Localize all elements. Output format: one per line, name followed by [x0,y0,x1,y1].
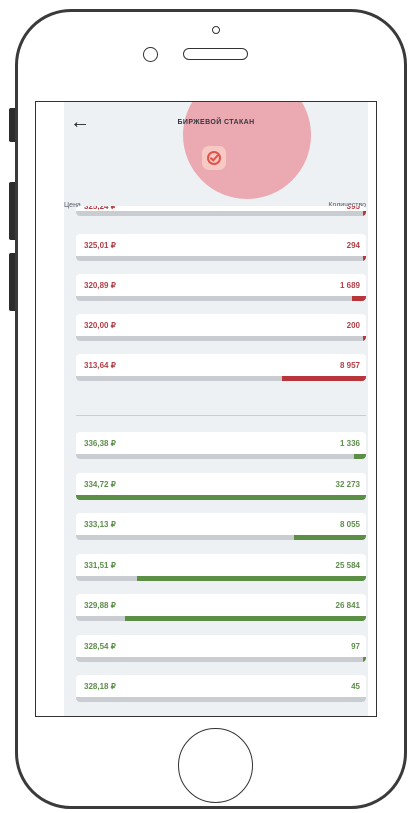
bid-order-row[interactable]: 329,88 ₽ 26 841 [76,594,366,621]
volume-bar-fill [293,535,366,540]
earpiece-speaker [183,48,248,60]
volume-bar-track [76,296,366,301]
order-price: 313,64 ₽ [84,361,116,370]
check-circle-icon [207,151,221,165]
volume-bar-fill [136,575,366,581]
order-quantity: 8 055 [339,520,360,529]
ask-order-row[interactable]: 325,24 ₽395 [76,206,366,216]
order-quantity: 200 [346,321,360,330]
order-price: 329,88 ₽ [84,601,116,610]
volume-bar-track [76,454,366,459]
order-book-screen: ← БИРЖЕВОЙ СТАКАН Цена Количество 325,24… [64,102,368,716]
order-quantity: 25 584 [335,560,360,570]
order-price: 336,38 ₽ [84,439,116,448]
volume-bar-fill [363,336,366,341]
sber-check-icon[interactable] [202,146,226,170]
volume-bar-track [76,336,366,341]
bid-order-row[interactable]: 328,18 ₽ 45 [76,675,366,702]
phone-screen: ← БИРЖЕВОЙ СТАКАН Цена Количество 325,24… [35,101,377,717]
order-quantity: 32 273 [335,479,360,489]
front-camera [143,47,158,62]
order-quantity: 1 689 [339,281,360,290]
front-sensor [212,26,220,34]
order-quantity: 294 [346,241,360,250]
order-price: 325,01 ₽ [84,241,116,250]
volume-bar-fill [76,494,366,500]
ask-order-row[interactable]: 313,64 ₽ 8 957 [76,354,366,381]
ask-order-row[interactable]: 320,00 ₽ 200 [76,314,366,341]
order-price: 320,89 ₽ [84,281,116,290]
volume-bar-track [76,697,366,702]
volume-bar-fill [363,256,366,261]
spread-divider [76,415,366,416]
order-price: 333,13 ₽ [84,520,116,529]
order-price: 328,18 ₽ [84,682,116,691]
volume-bar-track [76,211,366,216]
home-button[interactable] [178,728,253,803]
volume-bar-track [76,256,366,261]
order-quantity: 8 957 [339,361,360,370]
order-price: 331,51 ₽ [84,560,116,570]
volume-bar-fill [363,211,366,216]
bid-order-row[interactable]: 334,72 ₽ 32 273 [76,472,366,500]
volume-bar-fill [125,616,366,621]
ask-order-row[interactable]: 325,01 ₽ 294 [76,234,366,261]
volume-bar-track [76,656,366,662]
bid-order-row[interactable]: 336,38 ₽ 1 336 [76,432,366,459]
order-quantity: 1 336 [339,439,360,448]
order-price: 328,54 ₽ [84,641,116,651]
order-quantity: 26 841 [335,601,360,610]
order-quantity: 97 [351,641,360,651]
volume-bar-fill [281,376,366,381]
order-price: 320,00 ₽ [84,321,116,330]
bid-order-row[interactable]: 333,13 ₽ 8 055 [76,513,366,540]
volume-bar-fill [354,454,366,459]
order-quantity: 45 [351,682,360,691]
volume-bar-fill [363,656,366,662]
page-title: БИРЖЕВОЙ СТАКАН [177,119,255,126]
order-price: 334,72 ₽ [84,479,116,489]
bid-order-row[interactable]: 328,54 ₽ 97 [76,634,366,662]
bid-order-row[interactable]: 331,51 ₽ 25 584 [76,553,366,581]
volume-bar-fill [351,296,366,301]
ask-order-row[interactable]: 320,89 ₽ 1 689 [76,274,366,301]
